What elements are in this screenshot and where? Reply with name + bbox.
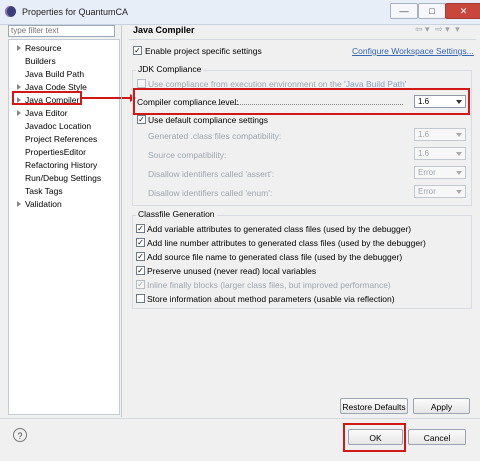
configure-workspace-link[interactable]: Configure Workspace Settings... bbox=[352, 46, 474, 56]
source-compat-select[interactable]: 1.6 bbox=[414, 147, 466, 160]
selection-highlight-box bbox=[12, 91, 82, 105]
option-variable-attributes-label: Add variable attributes to generated cla… bbox=[147, 224, 412, 234]
classfile-generation-title: Classfile Generation bbox=[136, 209, 217, 219]
generated-class-label: Generated .class files compatibility: bbox=[148, 131, 282, 141]
expand-arrow-icon[interactable] bbox=[17, 45, 21, 51]
maximize-button[interactable]: □ bbox=[418, 3, 446, 19]
close-button[interactable]: ✕ bbox=[445, 3, 480, 19]
back-arrow-icon[interactable]: ⇦ ▾ bbox=[415, 24, 430, 34]
filter-input[interactable] bbox=[8, 25, 115, 37]
dropdown-arrow-icon bbox=[456, 171, 462, 175]
expand-arrow-icon[interactable] bbox=[17, 201, 21, 207]
help-icon[interactable]: ? bbox=[13, 428, 27, 442]
navigation-icons: ⇦ ▾ ⇨ ▾ ▾ bbox=[415, 24, 475, 36]
annotation-arrow bbox=[82, 97, 135, 99]
use-default-compliance-checkbox[interactable]: ✓ bbox=[137, 115, 146, 124]
jdk-compliance-title: JDK Compliance bbox=[136, 64, 204, 74]
dropdown-arrow-icon bbox=[456, 133, 462, 137]
forward-arrow-icon[interactable]: ⇨ ▾ bbox=[435, 24, 450, 34]
option-inline-finally-checkbox[interactable]: ✓ bbox=[136, 280, 145, 289]
option-line-number-label: Add line number attributes to generated … bbox=[147, 238, 426, 248]
option-method-parameters-label: Store information about method parameter… bbox=[147, 294, 395, 304]
sash-divider[interactable] bbox=[121, 25, 122, 417]
compliance-highlight-box bbox=[133, 88, 470, 115]
option-inline-finally-label: Inline finally blocks (larger class file… bbox=[147, 280, 391, 290]
option-preserve-unused-checkbox[interactable]: ✓ bbox=[136, 266, 145, 275]
disallow-enum-select[interactable]: Error bbox=[414, 185, 466, 198]
minimize-button[interactable]: — bbox=[390, 3, 418, 19]
enable-specific-label: Enable project specific settings bbox=[145, 46, 262, 56]
disallow-enum-label: Disallow identifiers called 'enum': bbox=[148, 188, 273, 198]
apply-button[interactable]: Apply bbox=[413, 398, 470, 414]
header-separator bbox=[129, 39, 476, 40]
generated-class-select[interactable]: 1.6 bbox=[414, 128, 466, 141]
enable-specific-checkbox[interactable]: ✓ bbox=[133, 46, 142, 55]
eclipse-icon bbox=[5, 6, 16, 17]
option-source-file-checkbox[interactable]: ✓ bbox=[136, 252, 145, 261]
dropdown-arrow-icon bbox=[456, 190, 462, 194]
window-title: Properties for QuantumCA bbox=[22, 7, 129, 17]
disallow-assert-label: Disallow identifiers called 'assert': bbox=[148, 169, 275, 179]
cancel-button[interactable]: Cancel bbox=[408, 429, 466, 445]
source-compat-label: Source compatibility: bbox=[148, 150, 227, 160]
disallow-assert-select[interactable]: Error bbox=[414, 166, 466, 179]
expand-arrow-icon[interactable] bbox=[17, 110, 21, 116]
page-title: Java Compiler bbox=[133, 25, 195, 35]
expand-arrow-icon[interactable] bbox=[17, 84, 21, 90]
dropdown-arrow-icon bbox=[456, 152, 462, 156]
option-source-file-label: Add source file name to generated class … bbox=[147, 252, 403, 262]
ok-highlight-box bbox=[343, 423, 406, 452]
use-default-compliance-label: Use default compliance settings bbox=[148, 115, 269, 125]
option-variable-attributes-checkbox[interactable]: ✓ bbox=[136, 224, 145, 233]
footer-separator bbox=[0, 418, 480, 419]
menu-icon[interactable]: ▾ bbox=[455, 24, 460, 34]
restore-defaults-button[interactable]: Restore Defaults bbox=[340, 398, 408, 414]
title-bar: Properties for QuantumCA — □ ✕ bbox=[0, 0, 480, 25]
option-preserve-unused-label: Preserve unused (never read) local varia… bbox=[147, 266, 317, 276]
option-method-parameters-checkbox[interactable] bbox=[136, 294, 145, 303]
option-line-number-checkbox[interactable]: ✓ bbox=[136, 238, 145, 247]
use-env-compliance-checkbox[interactable] bbox=[137, 79, 146, 88]
